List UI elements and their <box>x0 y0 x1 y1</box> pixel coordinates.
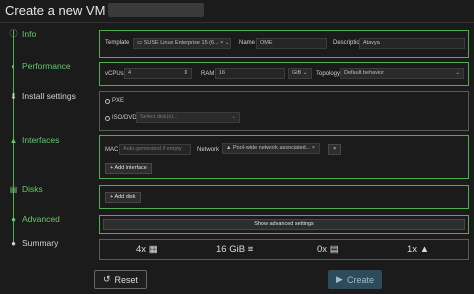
ram-unit-select[interactable]: GiB ⌄ <box>288 68 312 79</box>
network-icon: ▲ <box>419 244 430 255</box>
chevron-down-icon[interactable]: ⌄ <box>225 40 230 46</box>
page-header: Create a new VM on <box>0 0 474 22</box>
reset-button[interactable]: ↺ Reset <box>94 270 147 289</box>
info-panel: Template ▭ SUSE Linux Enterprise 15 (6..… <box>99 30 469 58</box>
summary-interfaces: 1x ▲ <box>407 244 430 255</box>
summary-panel: 4x ▦ 16 GiB ≡ 0x ▤ 1x ▲ <box>99 239 469 260</box>
iso-label: ISO/DVD <box>112 115 137 121</box>
install-settings-panel: PXE ISO/DVD Select disk(s)... ⌄ <box>99 91 469 131</box>
dot-icon: ● <box>11 214 16 224</box>
nav-item-advanced[interactable]: ● Advanced <box>9 214 60 224</box>
chevron-down-icon: ⌄ <box>302 70 308 76</box>
plus-icon: + <box>110 165 114 171</box>
name-label: Name <box>239 40 256 46</box>
template-value: SUSE Linux Enterprise 15 (6... <box>143 40 219 46</box>
template-select[interactable]: ▭ SUSE Linux Enterprise 15 (6... × ⌄ <box>133 38 231 49</box>
performance-panel: vCPUs 4 ⇕ RAM 16 GiB ⌄ Topology Default … <box>99 62 469 86</box>
ram-label: RAM <box>201 71 215 77</box>
nav-item-label: Install settings <box>22 91 76 101</box>
header-divider <box>0 22 474 23</box>
network-label: Network <box>197 147 220 153</box>
download-icon: ⬇ <box>10 91 17 101</box>
plus-icon: + <box>110 194 114 200</box>
clear-icon[interactable]: × <box>312 145 315 151</box>
nav-item-label: Interfaces <box>22 135 60 145</box>
stepper-icon[interactable]: ⇕ <box>183 69 188 78</box>
sliders-icon: ≡ <box>247 244 254 255</box>
nav-item-interfaces[interactable]: ▲ Interfaces <box>9 135 60 145</box>
info-icon: ⓘ <box>9 29 18 38</box>
network-value: Pool-wide network associated... <box>232 145 311 151</box>
interfaces-panel: MAC Auto-generated if empty Network ▲ Po… <box>99 135 469 179</box>
add-interface-button[interactable]: + Add interface <box>105 163 152 174</box>
nav-item-install-settings[interactable]: ⬇ Install settings <box>9 91 76 101</box>
undo-icon: ↺ <box>102 274 111 284</box>
show-advanced-button[interactable]: Show advanced settings <box>103 219 465 230</box>
page-title: Create a new VM on <box>5 3 124 18</box>
pxe-radio[interactable] <box>105 99 110 104</box>
dot-icon: ● <box>11 238 16 248</box>
pxe-label: PXE <box>112 98 125 104</box>
summary-cpus: 4x ▦ <box>136 244 158 255</box>
nav-item-label: Performance <box>22 61 71 71</box>
nav-item-label: Advanced <box>22 214 60 224</box>
nav-item-info[interactable]: ⓘ Info <box>9 28 37 39</box>
network-select[interactable]: ▲ Pool-wide network associated... × <box>222 143 320 154</box>
nav-item-label: Info <box>22 28 37 39</box>
iso-disk-select[interactable]: Select disk(s)... ⌄ <box>136 112 240 123</box>
mac-input[interactable]: Auto-generated if empty <box>119 144 191 155</box>
topology-label: Topology <box>316 71 341 77</box>
add-disk-button[interactable]: + Add disk <box>105 192 141 203</box>
description-input[interactable]: Atavya <box>359 38 465 49</box>
vcpus-input[interactable]: 4 ⇕ <box>124 68 192 79</box>
chevron-down-icon: ⌄ <box>231 114 236 120</box>
mac-label: MAC <box>105 147 119 153</box>
network-icon: ▲ <box>9 135 18 145</box>
nav-item-performance[interactable]: ◐ Performance <box>9 61 71 71</box>
clear-icon[interactable]: × <box>220 40 223 46</box>
advanced-panel: Show advanced settings <box>99 215 469 234</box>
summary-disks: 0x ▤ <box>317 244 339 255</box>
name-input[interactable]: OME <box>256 38 327 49</box>
disk-icon: ▤ <box>329 244 339 255</box>
nav-item-disks[interactable]: ▤ Disks <box>9 184 43 194</box>
topology-select[interactable]: Default behavior ⌄ <box>340 68 464 79</box>
disks-panel: + Add disk <box>99 185 469 209</box>
cpu-icon: ▦ <box>148 244 158 255</box>
network-icon: ▲ <box>226 145 232 151</box>
create-button[interactable]: ▶ Create <box>328 270 382 289</box>
vcpus-label: vCPUs <box>105 71 124 77</box>
gauge-icon: ◐ <box>11 61 16 71</box>
play-icon: ▶ <box>336 274 343 284</box>
summary-ram: 16 GiB ≡ <box>216 244 254 255</box>
nav-item-summary[interactable]: ● Summary <box>9 238 58 248</box>
nav-item-label: Disks <box>22 184 43 194</box>
monitor-icon: ▭ <box>137 40 143 46</box>
chevron-down-icon: ⌄ <box>455 70 460 76</box>
iso-radio[interactable] <box>105 116 110 121</box>
nav-item-label: Summary <box>22 238 59 248</box>
template-label: Template <box>105 40 130 46</box>
host-name-redacted <box>108 3 204 17</box>
ram-input[interactable]: 16 <box>215 68 285 79</box>
disk-icon: ▤ <box>9 184 18 194</box>
remove-interface-button[interactable]: × <box>328 144 342 155</box>
